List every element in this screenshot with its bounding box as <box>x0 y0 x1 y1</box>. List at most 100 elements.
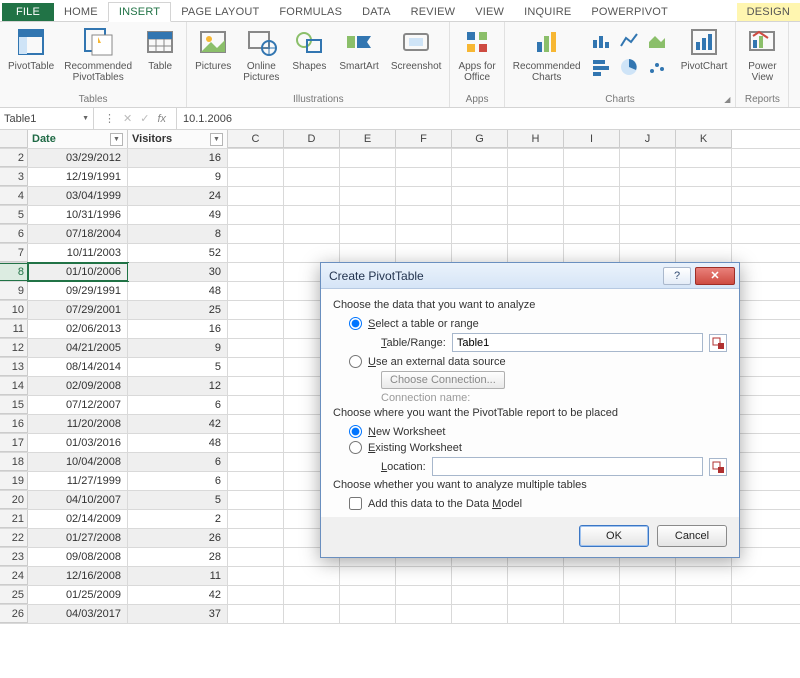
row-header[interactable]: 3 <box>0 168 28 186</box>
cell-empty[interactable] <box>284 586 340 604</box>
cell-visitors[interactable]: 16 <box>128 149 228 167</box>
cell-date[interactable]: 12/19/1991 <box>28 168 128 186</box>
cell-empty[interactable] <box>340 187 396 205</box>
cell-visitors[interactable]: 9 <box>128 339 228 357</box>
tab-pagelayout[interactable]: PAGE LAYOUT <box>171 3 269 21</box>
cell-empty[interactable] <box>228 510 284 528</box>
cell-date[interactable]: 04/10/2007 <box>28 491 128 509</box>
cell-visitors[interactable]: 6 <box>128 472 228 490</box>
cell-empty[interactable] <box>620 149 676 167</box>
select-all-corner[interactable] <box>0 130 28 148</box>
cell-date[interactable]: 11/27/1999 <box>28 472 128 490</box>
row-header[interactable]: 2 <box>0 149 28 167</box>
row-header[interactable]: 7 <box>0 244 28 262</box>
radio-existing-worksheet[interactable] <box>349 441 362 454</box>
apps-for-office-button[interactable]: Apps for Office <box>456 26 497 83</box>
pie-chart-icon[interactable] <box>619 57 643 80</box>
formula-more-icon[interactable]: ⋮ <box>104 112 115 125</box>
cell-empty[interactable] <box>620 168 676 186</box>
cell-visitors[interactable]: 8 <box>128 225 228 243</box>
cell-empty[interactable] <box>340 244 396 262</box>
cell-visitors[interactable]: 26 <box>128 529 228 547</box>
cell-empty[interactable] <box>452 605 508 623</box>
formula-enter-icon[interactable]: ✓ <box>140 112 149 125</box>
radio-select-range[interactable] <box>349 317 362 330</box>
cell-visitors[interactable]: 6 <box>128 396 228 414</box>
cell-empty[interactable] <box>676 206 732 224</box>
tab-view[interactable]: VIEW <box>465 3 514 21</box>
powerview-button[interactable]: Power View <box>742 26 782 83</box>
cell-empty[interactable] <box>508 168 564 186</box>
cell-empty[interactable] <box>452 244 508 262</box>
cell-visitors[interactable]: 28 <box>128 548 228 566</box>
pictures-button[interactable]: Pictures <box>193 26 233 72</box>
cell-empty[interactable] <box>564 187 620 205</box>
cell-empty[interactable] <box>452 187 508 205</box>
tab-powerpivot[interactable]: POWERPIVOT <box>581 3 678 21</box>
formula-input[interactable]: 10.1.2006 <box>177 108 800 129</box>
cell-empty[interactable] <box>676 605 732 623</box>
cell-empty[interactable] <box>452 567 508 585</box>
cell-empty[interactable] <box>284 168 340 186</box>
cell-empty[interactable] <box>452 168 508 186</box>
cell-empty[interactable] <box>564 149 620 167</box>
cell-empty[interactable] <box>676 187 732 205</box>
row-header[interactable]: 16 <box>0 415 28 433</box>
shapes-button[interactable]: Shapes <box>289 26 329 72</box>
column-header-H[interactable]: H <box>508 130 564 148</box>
row-header[interactable]: 26 <box>0 605 28 623</box>
cell-empty[interactable] <box>340 149 396 167</box>
cell-empty[interactable] <box>508 206 564 224</box>
cell-empty[interactable] <box>284 244 340 262</box>
cell-date[interactable]: 03/04/1999 <box>28 187 128 205</box>
cell-empty[interactable] <box>340 586 396 604</box>
row-header[interactable]: 9 <box>0 282 28 300</box>
row-header[interactable]: 19 <box>0 472 28 490</box>
cell-empty[interactable] <box>228 301 284 319</box>
cell-empty[interactable] <box>508 244 564 262</box>
cell-empty[interactable] <box>452 149 508 167</box>
row-header[interactable]: 21 <box>0 510 28 528</box>
cell-visitors[interactable]: 49 <box>128 206 228 224</box>
cell-empty[interactable] <box>228 529 284 547</box>
cell-empty[interactable] <box>340 605 396 623</box>
cell-visitors[interactable]: 25 <box>128 301 228 319</box>
cell-empty[interactable] <box>676 149 732 167</box>
cell-empty[interactable] <box>452 586 508 604</box>
online-pictures-button[interactable]: Online Pictures <box>241 26 281 83</box>
cell-empty[interactable] <box>228 187 284 205</box>
cell-empty[interactable] <box>564 225 620 243</box>
cell-visitors[interactable]: 11 <box>128 567 228 585</box>
cell-visitors[interactable]: 5 <box>128 358 228 376</box>
cell-empty[interactable] <box>228 453 284 471</box>
pivotchart-button[interactable]: PivotChart <box>679 26 730 72</box>
fx-icon[interactable]: fx <box>157 113 166 125</box>
column-header-K[interactable]: K <box>676 130 732 148</box>
cell-visitors[interactable]: 30 <box>128 263 228 281</box>
table-range-input[interactable] <box>452 333 703 352</box>
screenshot-button[interactable]: Screenshot <box>389 26 444 72</box>
pivottable-button[interactable]: PivotTable <box>6 26 56 72</box>
cell-empty[interactable] <box>228 396 284 414</box>
cell-empty[interactable] <box>228 586 284 604</box>
cell-empty[interactable] <box>620 605 676 623</box>
cell-date[interactable]: 03/29/2012 <box>28 149 128 167</box>
row-header[interactable]: 22 <box>0 529 28 547</box>
cell-empty[interactable] <box>284 605 340 623</box>
cell-empty[interactable] <box>284 187 340 205</box>
cell-empty[interactable] <box>508 567 564 585</box>
filter-dropdown-visitors-icon[interactable]: ▼ <box>210 133 223 146</box>
row-header[interactable]: 5 <box>0 206 28 224</box>
cell-empty[interactable] <box>340 567 396 585</box>
cell-empty[interactable] <box>508 187 564 205</box>
row-header[interactable]: 10 <box>0 301 28 319</box>
cell-empty[interactable] <box>340 206 396 224</box>
cell-empty[interactable] <box>564 206 620 224</box>
cell-visitors[interactable]: 24 <box>128 187 228 205</box>
cell-empty[interactable] <box>396 206 452 224</box>
cell-date[interactable]: 01/03/2016 <box>28 434 128 452</box>
row-header[interactable]: 23 <box>0 548 28 566</box>
cell-empty[interactable] <box>564 168 620 186</box>
cell-date[interactable]: 01/10/2006 <box>28 263 128 281</box>
cell-date[interactable]: 08/14/2014 <box>28 358 128 376</box>
